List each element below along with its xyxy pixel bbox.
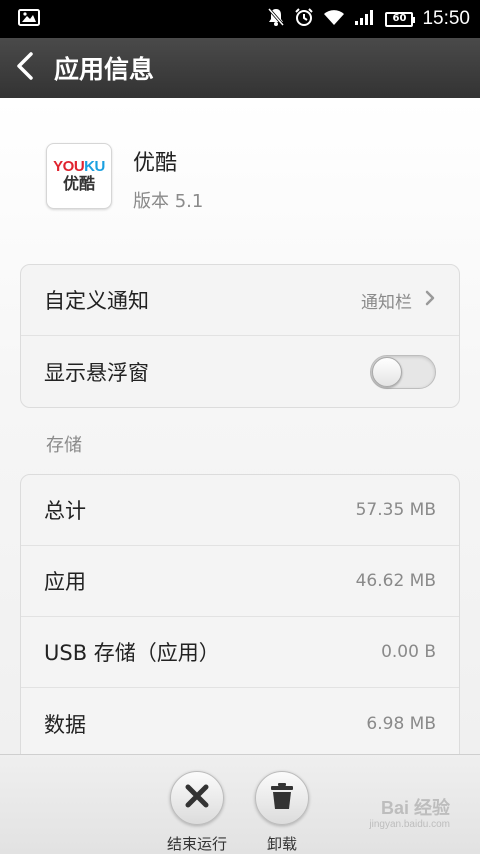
force-stop-circle: [170, 771, 224, 825]
watermark-logo: Bai 经验 jingyan.baidu.com: [369, 799, 450, 830]
alarm-icon: [294, 7, 314, 31]
app-version: 版本 5.1: [133, 191, 204, 212]
storage-row-value: 57.35 MB: [355, 500, 436, 520]
storage-row-value: 46.62 MB: [355, 571, 436, 591]
storage-row-data: 数据 6.98 MB: [21, 688, 459, 754]
floating-window-row: 显示悬浮窗: [21, 336, 459, 407]
settings-card: 自定义通知 通知栏 显示悬浮窗: [20, 264, 460, 408]
chevron-right-icon: [424, 289, 436, 311]
storage-row-label: 应用: [44, 570, 86, 594]
image-icon: [18, 8, 40, 30]
storage-row-value: 6.98 MB: [366, 713, 436, 734]
force-stop-button[interactable]: 结束运行: [157, 771, 237, 854]
page-title: 应用信息: [54, 55, 155, 84]
notification-off-icon: [267, 7, 285, 31]
action-bar: 应用信息: [0, 38, 480, 98]
uninstall-circle: [255, 771, 309, 825]
back-button[interactable]: [0, 38, 50, 98]
storage-row-label: USB 存储（应用）: [44, 641, 220, 665]
storage-row-usb: USB 存储（应用） 0.00 B: [21, 617, 459, 688]
uninstall-button[interactable]: 卸载: [242, 771, 322, 854]
close-icon: [184, 783, 210, 813]
watermark-main: Bai 经验: [380, 798, 450, 818]
notification-value: 通知栏: [361, 292, 412, 313]
storage-row-label: 数据: [44, 712, 86, 737]
notification-row[interactable]: 自定义通知 通知栏: [21, 265, 459, 336]
trash-icon: [269, 782, 295, 814]
storage-section-label: 存储: [46, 435, 82, 456]
app-header: YOUKU 优酷 优酷 版本 5.1: [46, 143, 203, 213]
bottom-action-bar: 结束运行 卸载 Bai 经验 jingyan.baidu.com: [0, 754, 480, 854]
uninstall-label: 卸载: [266, 835, 297, 853]
app-logo: YOUKU 优酷: [46, 143, 112, 209]
watermark-sub: jingyan.baidu.com: [369, 819, 450, 830]
back-arrow-icon: [15, 51, 35, 85]
floating-window-label: 显示悬浮窗: [44, 360, 149, 385]
status-time: 15:50: [422, 8, 470, 29]
logo-wordmark: YOUKU: [53, 158, 105, 175]
app-name: 优酷: [133, 151, 178, 176]
storage-row-label: 总计: [44, 499, 86, 523]
battery-icon: 60: [385, 11, 416, 27]
storage-row-value: 0.00 B: [381, 642, 436, 662]
status-bar: 60 15:50: [0, 0, 480, 38]
notification-label: 自定义通知: [44, 289, 149, 313]
wifi-icon: [323, 9, 345, 30]
signal-icon: [354, 9, 376, 30]
storage-card: 总计 57.35 MB 应用 46.62 MB USB 存储（应用） 0.00 …: [20, 474, 460, 754]
content-area: YOUKU 优酷 优酷 版本 5.1 自定义通知 通知栏 显示悬浮窗 存储 总计…: [0, 98, 480, 754]
toggle-knob: [372, 356, 402, 387]
storage-row-app: 应用 46.62 MB: [21, 546, 459, 617]
storage-row-total: 总计 57.35 MB: [21, 475, 459, 546]
floating-window-toggle[interactable]: [370, 354, 436, 389]
logo-subtext: 优酷: [62, 176, 95, 193]
force-stop-label: 结束运行: [166, 835, 227, 853]
app-info: 优酷 版本 5.1: [133, 145, 203, 213]
